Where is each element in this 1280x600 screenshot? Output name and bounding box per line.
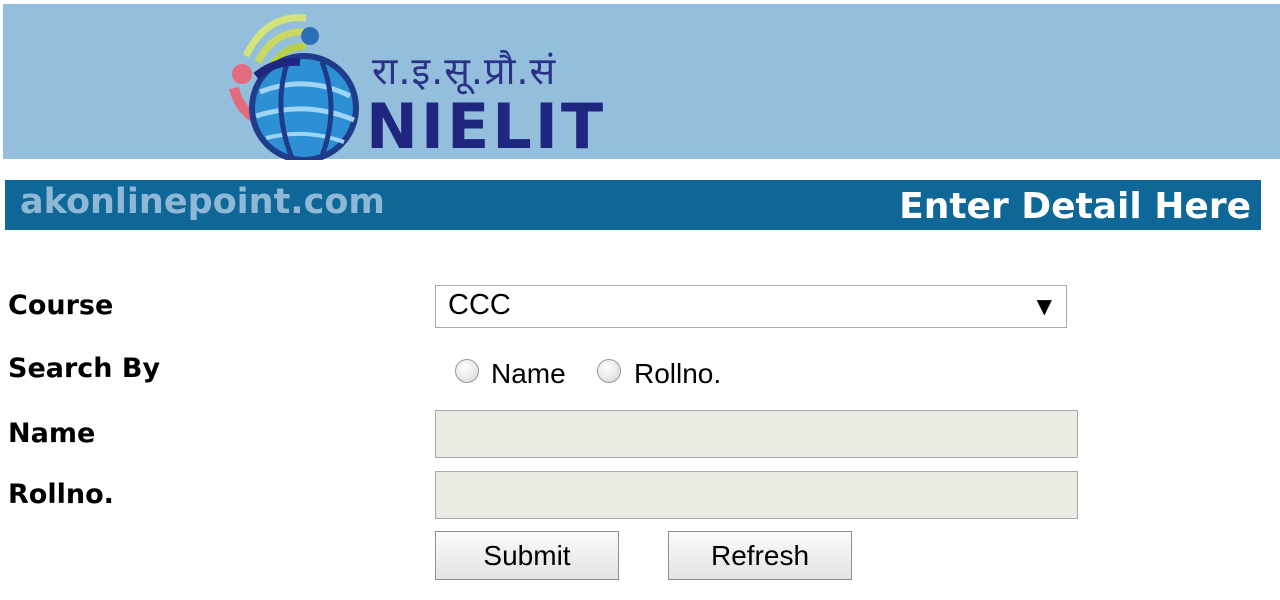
globe-logo-icon [229,14,359,160]
rollno-input[interactable] [435,471,1078,519]
page: रा.इ.सू.प्रौ.सं NIELIT akonlinepoint.com… [0,0,1280,600]
search-by-label: Search By [8,353,161,384]
course-select[interactable]: CCC ▼ [435,285,1067,328]
title-strip: akonlinepoint.com Enter Detail Here [5,180,1261,230]
rollno-label: Rollno. [8,479,114,510]
radio-name[interactable] [455,359,479,383]
header-banner [3,4,1280,159]
name-input[interactable] [435,410,1078,458]
name-label: Name [8,418,96,449]
course-select-value: CCC [448,289,511,321]
radio-rollno-label: Rollno. [634,358,722,389]
course-label: Course [8,290,114,321]
submit-button[interactable]: Submit [435,531,619,580]
nielit-logo: रा.इ.सू.प्रौ.सं NIELIT [226,4,606,160]
site-name: akonlinepoint.com [20,182,385,222]
page-heading: Enter Detail Here [899,186,1251,227]
logo-hindi-text: रा.इ.सू.प्रौ.सं [372,49,557,93]
radio-rollno[interactable] [597,359,621,383]
dropdown-arrow-icon: ▼ [1036,294,1052,318]
refresh-button[interactable]: Refresh [668,531,852,580]
logo-nielit-text: NIELIT [366,90,607,163]
radio-name-label: Name [491,358,566,389]
